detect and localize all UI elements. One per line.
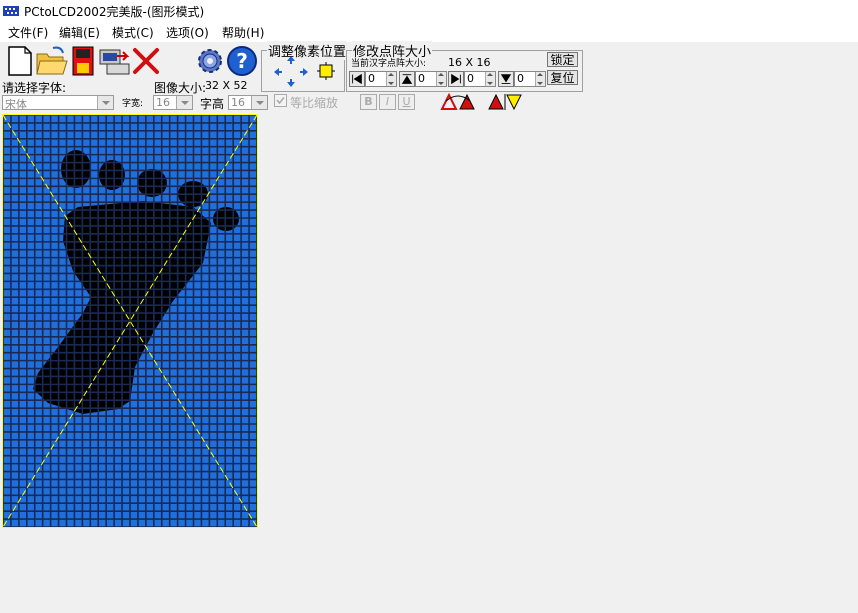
help-icon[interactable]: ?: [225, 44, 259, 78]
menu-help[interactable]: 帮助(H): [222, 24, 264, 41]
open-folder-icon[interactable]: [35, 44, 69, 78]
font-height-value: 16: [231, 96, 245, 109]
right-offset-value: 0: [467, 72, 474, 85]
current-matrix-size: 16 X 16: [448, 56, 491, 69]
right-offset-stepper[interactable]: [485, 72, 495, 86]
menu-bar: 文件(F) 编辑(E) 模式(C) 选项(O) 帮助(H): [0, 22, 858, 42]
menu-mode[interactable]: 模式(C): [112, 24, 154, 41]
shift-up-icon[interactable]: [286, 55, 296, 65]
left-offset-stepper[interactable]: [386, 72, 396, 86]
font-width-select[interactable]: 16: [153, 95, 193, 110]
shift-left-icon[interactable]: [273, 67, 283, 77]
image-size-value: 32 X 52: [205, 79, 248, 92]
app-icon: [3, 6, 19, 16]
chevron-down-icon[interactable]: [176, 96, 192, 109]
font-prompt-label: 请选择字体:: [2, 81, 67, 95]
close-x-icon[interactable]: [129, 44, 163, 78]
title-bar: PCtoLCD2002完美版-(图形模式): [0, 0, 858, 22]
font-height-label: 字高: [200, 97, 225, 111]
current-matrix-label: 当前汉字点阵大小:: [351, 59, 427, 69]
left-offset-value: 0: [368, 72, 375, 85]
proportional-checkbox[interactable]: [274, 94, 287, 107]
font-height-select[interactable]: 16: [228, 95, 268, 110]
pixel-grid[interactable]: [3, 115, 257, 527]
bold-button[interactable]: B: [360, 94, 377, 110]
italic-button[interactable]: I: [379, 94, 396, 110]
right-offset-spinner[interactable]: 0: [464, 71, 496, 87]
svg-text:?: ?: [236, 49, 248, 73]
menu-options[interactable]: 选项(O): [166, 24, 209, 41]
bottom-offset-value: 0: [517, 72, 524, 85]
chevron-down-icon[interactable]: [251, 96, 267, 109]
right-edge-icon: [448, 71, 464, 87]
settings-gear-icon[interactable]: [193, 44, 227, 78]
pixel-adjust-label: 调整像素位置: [267, 41, 348, 60]
window-title: PCtoLCD2002完美版-(图形模式): [24, 5, 205, 19]
save-icon[interactable]: [67, 44, 101, 78]
work-area: [260, 114, 858, 613]
top-edge-icon: [399, 71, 415, 87]
reset-button[interactable]: 复位: [547, 70, 578, 85]
left-edge-icon: [349, 71, 365, 87]
font-width-value: 16: [156, 96, 170, 109]
flip-horizontal-icon[interactable]: [440, 93, 476, 111]
font-select-value: 宋体: [5, 98, 27, 111]
bottom-edge-icon: [498, 71, 514, 87]
top-offset-spinner[interactable]: 0: [415, 71, 447, 87]
left-offset-spinner[interactable]: 0: [365, 71, 397, 87]
bottom-offset-stepper[interactable]: [535, 72, 545, 86]
top-offset-stepper[interactable]: [436, 72, 446, 86]
proportional-label: 等比缩放: [290, 96, 339, 110]
underline-button[interactable]: U: [398, 94, 415, 110]
font-width-label: 字宽:: [122, 99, 144, 109]
flip-vertical-icon[interactable]: [487, 93, 523, 111]
shift-right-icon[interactable]: [299, 67, 309, 77]
lock-button[interactable]: 锁定: [547, 52, 578, 67]
bottom-offset-spinner[interactable]: 0: [514, 71, 546, 87]
chevron-down-icon[interactable]: [97, 96, 113, 109]
pixel-canvas[interactable]: [2, 114, 258, 528]
center-icon[interactable]: [317, 62, 335, 80]
top-offset-value: 0: [418, 72, 425, 85]
font-select[interactable]: 宋体: [2, 95, 114, 111]
menu-file[interactable]: 文件(F): [8, 24, 48, 41]
export-icon[interactable]: [97, 44, 131, 78]
new-icon[interactable]: [3, 44, 37, 78]
image-size-label: 图像大小:: [154, 81, 207, 95]
menu-edit[interactable]: 编辑(E): [59, 24, 100, 41]
shift-down-icon[interactable]: [286, 78, 296, 88]
